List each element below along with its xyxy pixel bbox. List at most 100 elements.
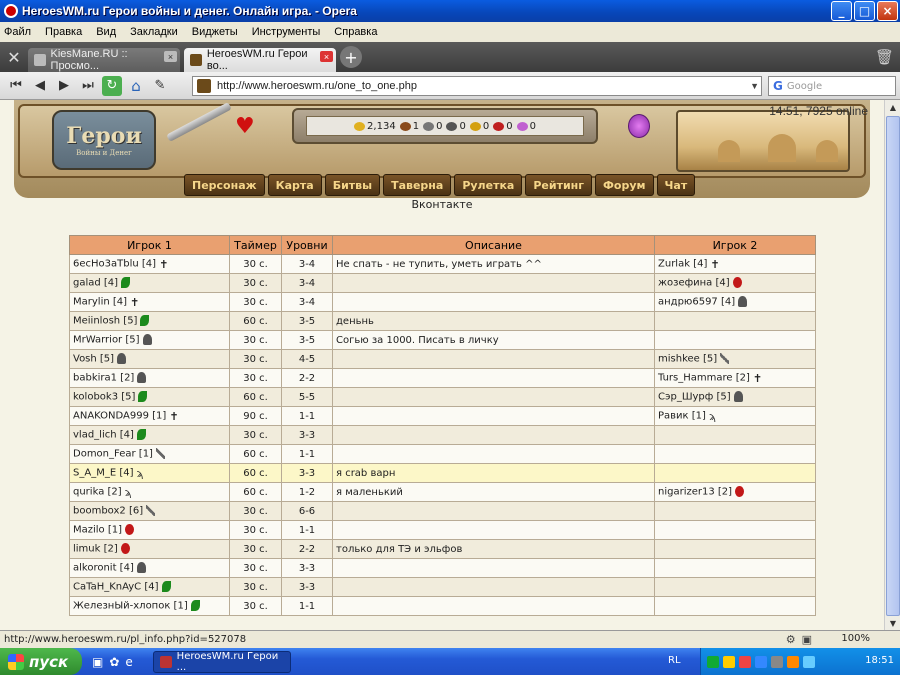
player1-cell[interactable]: Vosh [5] xyxy=(69,349,230,369)
player1-cell[interactable]: Marylin [4] xyxy=(69,292,230,312)
tray-icon-3[interactable] xyxy=(739,655,751,668)
vertical-scrollbar[interactable]: ▲ ▼ xyxy=(884,100,900,630)
images-icon[interactable]: ▣ xyxy=(802,633,812,646)
mana-potion-icon[interactable] xyxy=(628,114,650,138)
player1-cell-text[interactable]: boombox2 [6] xyxy=(73,506,143,517)
player2-cell[interactable]: Равик [1] xyxy=(654,406,816,426)
tab-close-icon[interactable]: × xyxy=(164,51,177,62)
player2-cell[interactable]: Zurlak [4] xyxy=(654,254,816,274)
player1-cell-text[interactable]: Vosh [5] xyxy=(73,354,114,365)
player1-cell-text[interactable]: MrWarrior [5] xyxy=(73,335,140,346)
menu-tools[interactable]: Инструменты xyxy=(252,26,321,38)
menu-bookmarks[interactable]: Закладки xyxy=(130,26,178,38)
nav-tavern[interactable]: Таверна xyxy=(383,174,452,196)
tools-icon[interactable]: ✕ xyxy=(0,42,28,72)
tray-icon-1[interactable] xyxy=(707,655,719,668)
tray-icon-5[interactable] xyxy=(771,655,783,668)
player1-cell[interactable]: vlad_lich [4] xyxy=(69,425,230,445)
minimize-button[interactable]: _ xyxy=(831,1,852,21)
player1-cell-text[interactable]: Domon_Fear [1] xyxy=(73,449,153,460)
tray-icon-6[interactable] xyxy=(787,655,799,668)
url-dropdown-icon[interactable]: ▼ xyxy=(750,81,759,91)
player2-cell[interactable]: mishkee [5] xyxy=(654,349,816,369)
vk-link[interactable]: Вконтакте xyxy=(0,198,884,211)
start-button[interactable]: пуск xyxy=(0,648,82,675)
player1-cell-text[interactable]: babkira1 [2] xyxy=(73,373,134,384)
player1-cell-text[interactable]: vlad_lich [4] xyxy=(73,430,134,441)
nav-chat[interactable]: Чат xyxy=(656,174,696,196)
player1-cell-text[interactable]: kolobok3 [5] xyxy=(73,392,135,403)
menu-widgets[interactable]: Виджеты xyxy=(192,26,238,38)
menu-view[interactable]: Вид xyxy=(96,26,116,38)
scroll-down-icon[interactable]: ▼ xyxy=(886,616,900,630)
player1-cell[interactable]: ANAKONDA999 [1] xyxy=(69,406,230,426)
player1-cell[interactable]: Meiinlosh [5] xyxy=(69,311,230,331)
player2-cell-text[interactable]: Равик [1] xyxy=(658,411,706,422)
player1-cell-text[interactable]: 6ecHo3aTblu [4] xyxy=(73,259,156,270)
fast-forward-icon[interactable]: ⏭ xyxy=(76,75,100,97)
scroll-thumb[interactable] xyxy=(886,116,900,616)
nav-battles[interactable]: Битвы xyxy=(324,174,381,196)
player1-cell[interactable]: boombox2 [6] xyxy=(69,501,230,521)
tray-icon-2[interactable] xyxy=(723,655,735,668)
nav-rating[interactable]: Рейтинг xyxy=(525,174,593,196)
forward-icon[interactable]: ▶ xyxy=(52,75,76,97)
nav-roulette[interactable]: Рулетка xyxy=(454,174,523,196)
tab-close-icon[interactable]: × xyxy=(320,51,333,62)
player1-cell-text[interactable]: Mazilo [1] xyxy=(73,525,122,536)
player1-cell-text[interactable]: ЖелезнЫй-хлопок [1] xyxy=(73,601,188,612)
player2-cell-text[interactable]: андрю6597 [4] xyxy=(658,297,735,308)
scroll-up-icon[interactable]: ▲ xyxy=(886,100,900,114)
player1-cell[interactable]: Mazilo [1] xyxy=(69,520,230,540)
nav-character[interactable]: Персонаж xyxy=(184,174,265,196)
menu-edit[interactable]: Правка xyxy=(45,26,82,38)
player2-cell[interactable]: Сэр_Шурф [5] xyxy=(654,387,816,407)
speed-dial-icon[interactable]: ⚙ xyxy=(786,633,796,646)
new-tab-button[interactable]: + xyxy=(340,46,362,68)
player1-cell[interactable]: limuk [2] xyxy=(69,539,230,559)
trash-icon[interactable]: 🗑 xyxy=(875,48,894,66)
tab-kiesmane[interactable]: KiesMane.RU :: Просмо... × xyxy=(28,48,180,72)
player1-cell-text[interactable]: limuk [2] xyxy=(73,544,118,555)
url-input[interactable]: http://www.heroeswm.ru/one_to_one.php ▼ xyxy=(192,76,762,96)
player1-cell[interactable]: 6ecHo3aTblu [4] xyxy=(69,254,230,274)
player1-cell[interactable]: Domon_Fear [1] xyxy=(69,444,230,464)
player1-cell[interactable]: alkoronit [4] xyxy=(69,558,230,578)
player1-cell[interactable]: ЖелезнЫй-хлопок [1] xyxy=(69,596,230,616)
menu-file[interactable]: Файл xyxy=(4,26,31,38)
player1-cell[interactable]: babkira1 [2] xyxy=(69,368,230,388)
nav-forum[interactable]: Форум xyxy=(595,174,654,196)
player1-cell-text[interactable]: S_A_M_E [4] xyxy=(73,468,133,479)
nav-map[interactable]: Карта xyxy=(267,174,322,196)
player1-cell[interactable]: qurika [2] xyxy=(69,482,230,502)
player2-cell-text[interactable]: Zurlak [4] xyxy=(658,259,707,270)
quick-launch-icon-1[interactable]: ▣ xyxy=(92,655,103,669)
language-indicator[interactable]: RL xyxy=(668,655,681,666)
player2-cell[interactable]: андрю6597 [4] xyxy=(654,292,816,312)
tray-icon-4[interactable] xyxy=(755,655,767,668)
search-input[interactable]: G Google xyxy=(768,76,896,96)
tab-heroeswm[interactable]: HeroesWM.ru Герои во... × xyxy=(184,48,336,72)
player1-cell[interactable]: S_A_M_E [4] xyxy=(69,463,230,483)
player2-cell-text[interactable]: Сэр_Шурф [5] xyxy=(658,392,731,403)
player2-cell-text[interactable]: Turs_Hammare [2] xyxy=(658,373,750,384)
player2-cell[interactable]: Turs_Hammare [2] xyxy=(654,368,816,388)
reload-icon[interactable]: ↻ xyxy=(102,75,122,96)
menu-help[interactable]: Справка xyxy=(334,26,377,38)
player2-cell[interactable]: nigarizer13 [2] xyxy=(654,482,816,502)
quick-launch-icon-2[interactable]: ✿ xyxy=(109,655,119,669)
taskbar-opera-window[interactable]: HeroesWM.ru Герои ... xyxy=(152,650,291,673)
player1-cell-text[interactable]: Marylin [4] xyxy=(73,297,127,308)
player1-cell-text[interactable]: CaTaH_KnAyC [4] xyxy=(73,582,159,593)
player2-cell-text[interactable]: nigarizer13 [2] xyxy=(658,487,732,498)
player2-cell[interactable]: жозефина [4] xyxy=(654,273,816,293)
ie-icon[interactable]: e xyxy=(125,655,132,669)
player1-cell-text[interactable]: Meiinlosh [5] xyxy=(73,316,137,327)
player1-cell[interactable]: galad [4] xyxy=(69,273,230,293)
home-icon[interactable]: ⌂ xyxy=(124,75,148,97)
player1-cell[interactable]: MrWarrior [5] xyxy=(69,330,230,350)
heart-icon[interactable]: ♥ xyxy=(235,114,255,139)
zoom-level[interactable]: 100% xyxy=(841,633,870,644)
rewind-icon[interactable]: ⏮ xyxy=(4,75,28,97)
player2-cell-text[interactable]: mishkee [5] xyxy=(658,354,717,365)
